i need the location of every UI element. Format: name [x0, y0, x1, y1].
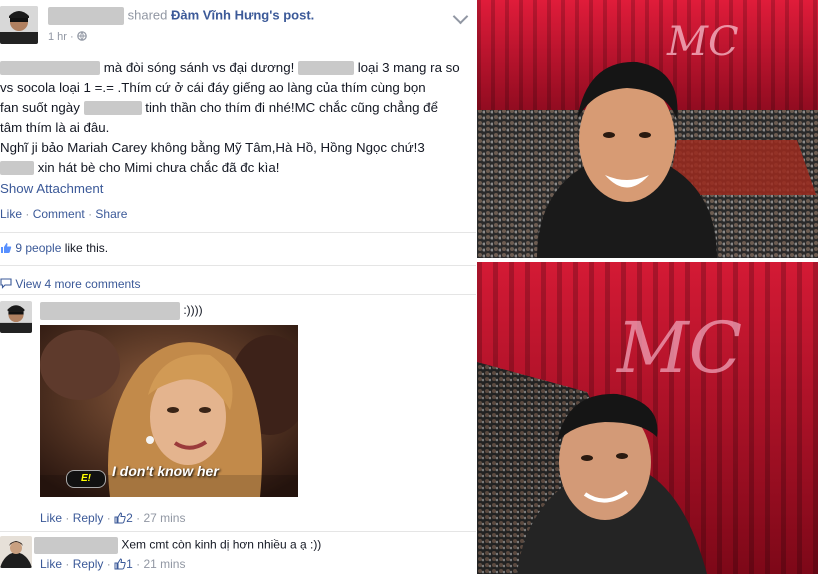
- timestamp-link[interactable]: 1 hr: [48, 31, 67, 43]
- comment-time[interactable]: 21 mins: [143, 557, 185, 571]
- comment-text-line: :)))): [40, 302, 203, 320]
- share-link[interactable]: Share: [95, 207, 127, 221]
- post-line-1: mà đòi sóng sánh vs đại dương! loại 3 ma…: [0, 58, 470, 78]
- post-text: loại 3 mang ra so: [357, 60, 460, 75]
- svg-text:MC: MC: [615, 307, 742, 389]
- share-title-line: shared Đàm Vĩnh Hưng's post.: [48, 7, 314, 25]
- commenter-avatar[interactable]: [0, 301, 32, 333]
- redacted-commenter-name[interactable]: [40, 302, 180, 320]
- divider: [0, 294, 476, 295]
- comment-actions: Like · Reply · 2 · 27 mins: [40, 511, 186, 525]
- comment-like-link[interactable]: Like: [40, 511, 62, 525]
- comment-link[interactable]: Comment: [33, 207, 85, 221]
- commenter-avatar[interactable]: [0, 536, 32, 568]
- thumbs-up-icon[interactable]: [114, 511, 126, 525]
- original-author-link[interactable]: Đàm Vĩnh Hưng: [171, 7, 269, 22]
- comment-like-count[interactable]: 1: [126, 557, 133, 571]
- comment-icon: [0, 277, 15, 291]
- divider: [0, 265, 476, 266]
- redacted-sharer-name[interactable]: [48, 7, 124, 25]
- sharer-avatar[interactable]: [0, 6, 38, 44]
- meta-separator: ·: [70, 31, 74, 43]
- likes-summary: 9 people like this.: [0, 241, 108, 255]
- comment-reply-link[interactable]: Reply: [73, 511, 104, 525]
- action-separator: ·: [25, 207, 30, 221]
- view-more-comments[interactable]: View 4 more comments: [0, 277, 141, 291]
- post-header: shared Đàm Vĩnh Hưng's post. 1 hr ·: [0, 0, 476, 48]
- thumbs-up-icon: [0, 241, 15, 255]
- thumbs-up-icon[interactable]: [114, 557, 126, 571]
- post-line-5: Nghĩ ji bảo Mariah Carey không bằng Mỹ T…: [0, 140, 425, 155]
- facebook-post: shared Đàm Vĩnh Hưng's post. 1 hr · mà đ…: [0, 0, 476, 574]
- comment-actions: Like · Reply · 1 · 21 mins: [40, 557, 186, 571]
- shared-verb: shared: [127, 7, 168, 23]
- redacted-text: [298, 61, 354, 76]
- comment-reply-link[interactable]: Reply: [73, 557, 104, 571]
- post-meta: 1 hr ·: [48, 31, 87, 43]
- show-attachment-link[interactable]: Show Attachment: [0, 179, 470, 199]
- post-actions: Like · Comment · Share: [0, 207, 127, 221]
- post-line-3: fan suốt ngày tinh thần cho thím đi nhé!…: [0, 98, 470, 118]
- post-text: mà đòi sóng sánh vs đại dương!: [103, 60, 295, 75]
- likes-suffix: like this.: [61, 241, 109, 255]
- gif-watermark: E!: [66, 470, 106, 488]
- comment-text-line: Xem cmt còn kinh dị hơn nhiều a ạ :)): [34, 537, 321, 554]
- chevron-down-icon[interactable]: [452, 8, 469, 25]
- like-link[interactable]: Like: [0, 207, 22, 221]
- post-text: tinh thần cho thím đi nhé!MC chắc cũng c…: [145, 100, 438, 115]
- possessive: 's: [269, 7, 280, 23]
- redacted-text: [83, 101, 142, 116]
- redacted-text: [0, 61, 100, 76]
- likers-link[interactable]: 9 people: [15, 241, 61, 255]
- photo-bottom[interactable]: MC: [477, 262, 818, 574]
- comment-text: :)))): [183, 303, 203, 318]
- comment-like-count[interactable]: 2: [126, 511, 133, 525]
- post-text: fan suốt ngày: [0, 100, 80, 115]
- post-line-4: tâm thím là ai đâu.: [0, 120, 110, 135]
- post-text: xin hát bè cho Mimi chưa chắc đã đc kìa!: [37, 160, 280, 175]
- post-line-2: vs socola loại 1 =.= .Thím cứ ở cái đáy …: [0, 80, 426, 95]
- action-separator: ·: [88, 207, 93, 221]
- post-line-6: xin hát bè cho Mimi chưa chắc đã đc kìa!: [0, 158, 470, 178]
- view-more-label[interactable]: View 4 more comments: [15, 277, 140, 291]
- post-body: mà đòi sóng sánh vs đại dương! loại 3 ma…: [0, 58, 470, 199]
- globe-icon[interactable]: [76, 31, 87, 43]
- post-link[interactable]: post.: [283, 7, 314, 22]
- redacted-commenter-name[interactable]: [34, 537, 118, 554]
- photo-top[interactable]: MC: [477, 0, 818, 258]
- divider: [0, 232, 476, 233]
- gif-caption: I don't know her: [112, 463, 219, 479]
- divider: [0, 531, 476, 532]
- comment-text: Xem cmt còn kinh dị hơn nhiều a ạ :)): [121, 537, 322, 552]
- comment-time[interactable]: 27 mins: [143, 511, 185, 525]
- redacted-text: [0, 161, 34, 176]
- svg-text:MC: MC: [666, 19, 739, 65]
- comment-like-link[interactable]: Like: [40, 557, 62, 571]
- photo-attachments: MC MC: [477, 0, 818, 574]
